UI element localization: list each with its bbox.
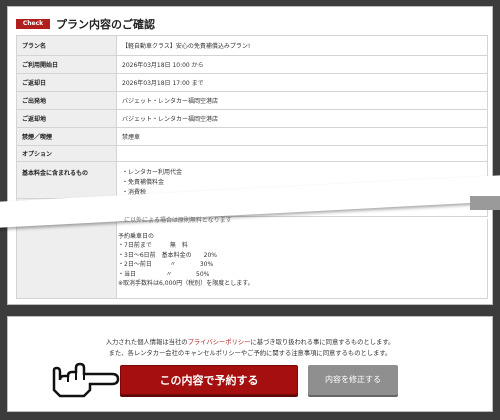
row-value [116, 145, 488, 162]
check-badge: Check [16, 19, 50, 29]
edit-button[interactable]: 内容を修正する [308, 365, 398, 395]
cancel-line: ※取消手数料は6,000円（税別）を限度とします。 [118, 280, 254, 287]
row-label: オプション [16, 145, 117, 162]
row-value: 2026年03月18日 10:00 から [116, 55, 488, 74]
row-value: 【軽自動車クラス】安心の免責補償込みプラン! [116, 35, 488, 56]
cancel-line: ・7日前まで 無 料 [118, 242, 188, 249]
row-label: ご利用開始日 [16, 55, 117, 74]
table-row: ご返却日 2026年03月18日 17:00 まで [16, 73, 488, 92]
included-item: ・レンタカー利用代金 [122, 169, 183, 176]
row-label: ご出発地 [16, 91, 117, 110]
table-row: 禁煙／喫煙 禁煙車 [16, 127, 488, 146]
cancel-line: ・2日〜前日 〃 30% [118, 261, 214, 268]
row-label: ご返却地 [16, 109, 117, 128]
table-row: ご利用開始日 2026年03月18日 10:00 から [16, 55, 488, 74]
row-label: ご返却日 [16, 73, 117, 92]
section-title: Check プラン内容のご確認 [16, 15, 155, 33]
table-row: オプション [16, 145, 488, 162]
table-row: プラン名 【軽自動車クラス】安心の免責補償込みプラン! [16, 35, 488, 56]
cancel-line: ・3日〜6日前 基本料金の 20% [118, 251, 217, 259]
cancel-policy: …に以外による場合は原則無料となります 予約乗車日の ・7日前まで 無 料 ・3… [118, 216, 254, 289]
row-value: バジェット・レンタカー福岡空港店 [116, 109, 488, 128]
torn-edge-shadow [470, 196, 500, 210]
notice-text: 入力された個人情報は当社の [105, 339, 188, 346]
row-value: 2026年03月18日 17:00 まで [116, 73, 488, 92]
page-title: プラン内容のご確認 [56, 18, 155, 31]
cancel-partial: …に以外による場合は原則無料となります [118, 217, 232, 224]
row-value: 禁煙車 [116, 127, 488, 146]
cancel-line: 予約乗車日の [118, 232, 155, 240]
pointing-hand-icon [52, 362, 120, 398]
cancel-line: ・当日 〃 50% [118, 270, 210, 278]
row-label: 禁煙／喫煙 [16, 127, 117, 146]
table-row: ご出発地 バジェット・レンタカー福岡空港店 [16, 91, 488, 110]
reserve-button[interactable]: この内容で予約する [120, 365, 298, 395]
notice-text: に基づき取り扱われる事に同意するものとします。 [250, 339, 395, 346]
row-label: プラン名 [16, 35, 117, 56]
row-label-empty [17, 219, 117, 298]
row-label: 基本料金に含まれるもの [16, 161, 117, 199]
table-row: ご返却地 バジェット・レンタカー福岡空港店 [16, 109, 488, 128]
privacy-policy-link[interactable]: プライバシーポリシー [188, 339, 251, 346]
row-value: バジェット・レンタカー福岡空港店 [116, 91, 488, 110]
consent-line-1: 入力された個人情報は当社のプライバシーポリシーに基づき取り扱われる事に同意するも… [8, 337, 492, 348]
